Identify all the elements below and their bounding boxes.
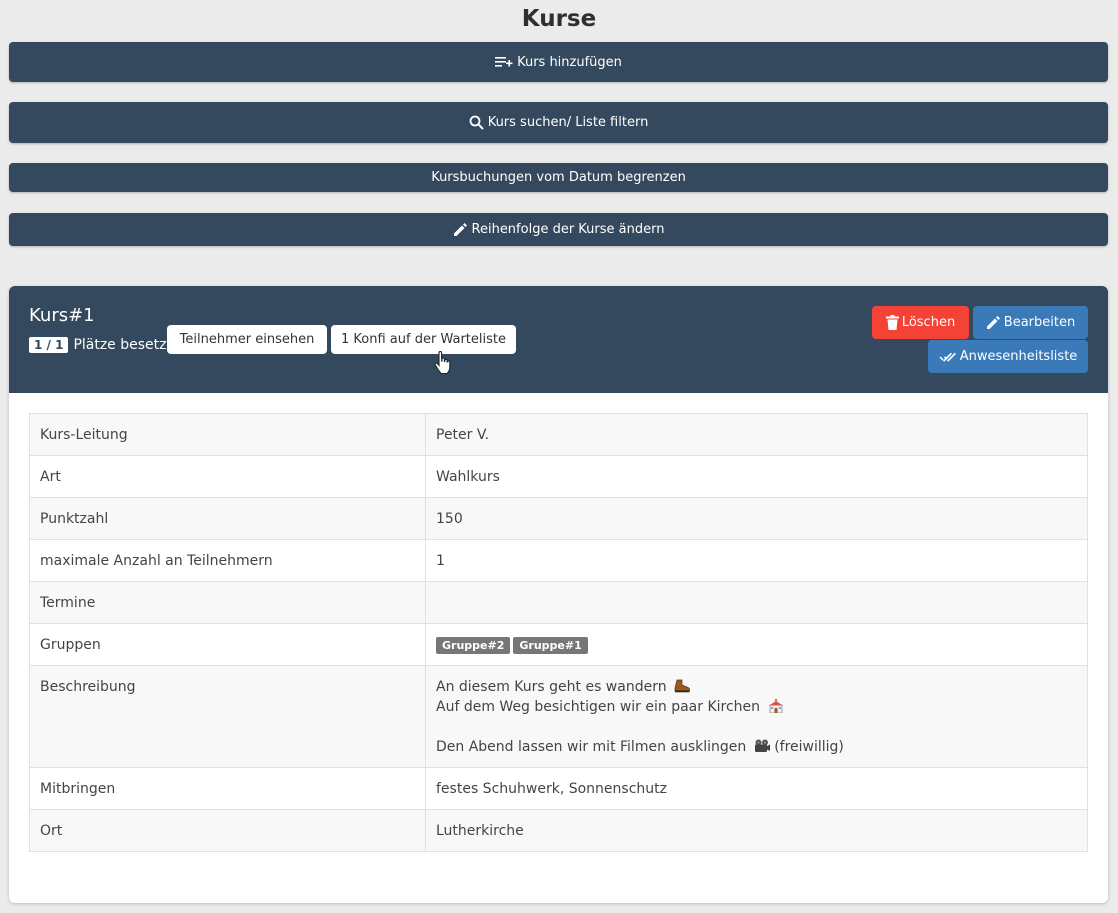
places-status: 1 / 1 Plätze besetzt [29,337,172,353]
edit-button[interactable]: Bearbeiten [973,306,1088,339]
detail-key: Punktzahl [29,497,426,540]
attendance-list-button[interactable]: Anwesenheitsliste [928,340,1088,373]
limit-bookings-button[interactable]: Kursbuchungen vom Datum begrenzen [9,163,1108,192]
page-title: Kurse [521,6,597,32]
detail-value [425,581,1088,624]
detail-value: Peter V. [425,413,1088,456]
table-row: Art Wahlkurs [29,455,1088,498]
playlist-add-icon [495,57,513,67]
detail-value: festes Schuhwerk, Sonnenschutz [425,767,1088,810]
detail-value: An diesem Kurs geht es wandern Auf dem W… [425,665,1088,768]
group-badge: Gruppe#1 [513,637,588,654]
film-camera-icon [754,739,770,752]
detail-value: Lutherkirche [425,809,1088,852]
change-order-label: Reihenfolge der Kurse ändern [471,222,665,237]
course-card-header: Kurs#1 1 / 1 Plätze besetzt Teilnehmer e… [9,286,1108,393]
detail-key: Kurs-Leitung [29,413,426,456]
pencil-icon [453,223,467,236]
places-badge: 1 / 1 [29,337,69,353]
table-row: Termine [29,581,1088,624]
edit-label: Bearbeiten [1003,315,1076,330]
table-row: Punktzahl 150 [29,497,1088,540]
delete-button[interactable]: Löschen [872,306,969,339]
course-details-table: Kurs-Leitung Peter V. Art Wahlkurs Punkt… [29,413,1088,852]
course-card: Kurs#1 1 / 1 Plätze besetzt Teilnehmer e… [9,286,1108,903]
view-participants-button[interactable]: Teilnehmer einsehen [167,325,327,354]
change-order-button[interactable]: Reihenfolge der Kurse ändern [9,213,1108,246]
double-check-icon [939,352,956,362]
group-badge: Gruppe#2 [436,637,511,654]
trash-icon [885,315,899,330]
detail-key: Gruppen [29,623,426,666]
delete-label: Löschen [901,315,956,330]
table-row: Ort Lutherkirche [29,809,1088,852]
waitlist-button[interactable]: 1 Konfi auf der Warteliste [331,325,516,354]
table-row: Mitbringen festes Schuhwerk, Sonnenschut… [29,767,1088,810]
detail-key: Ort [29,809,426,852]
table-row: Beschreibung An diesem Kurs geht es wand… [29,665,1088,768]
detail-value: 1 [425,539,1088,582]
add-course-label: Kurs hinzufügen [517,54,622,70]
table-row: Gruppen Gruppe#2 Gruppe#1 [29,623,1088,666]
detail-key: maximale Anzahl an Teilnehmern [29,539,426,582]
description-line: Den Abend lassen wir mit Filmen auskling… [436,739,844,755]
detail-key: Art [29,455,426,498]
hand-cursor-icon [434,351,451,375]
search-course-button[interactable]: Kurs suchen/ Liste filtern [9,102,1108,143]
detail-value: Wahlkurs [425,455,1088,498]
search-icon [469,115,484,130]
description-line: An diesem Kurs geht es wandern [436,677,1077,697]
add-course-button[interactable]: Kurs hinzufügen [9,42,1108,82]
detail-key: Beschreibung [29,665,426,768]
detail-value: 150 [425,497,1088,540]
places-label: Plätze besetzt [73,337,172,353]
attendance-list-label: Anwesenheitsliste [959,349,1078,364]
table-row: maximale Anzahl an Teilnehmern 1 [29,539,1088,582]
detail-value: Gruppe#2 Gruppe#1 [425,623,1088,666]
detail-key: Termine [29,581,426,624]
detail-key: Mitbringen [29,767,426,810]
search-course-label: Kurs suchen/ Liste filtern [487,115,649,130]
pencil-icon [986,316,1000,329]
church-icon [768,699,783,713]
course-title: Kurs#1 [29,305,95,326]
description-line: Auf dem Weg besichtigen wir ein paar Kir… [436,697,1077,717]
hiking-boot-icon [674,679,690,693]
limit-bookings-label: Kursbuchungen vom Datum begrenzen [431,170,686,185]
table-row: Kurs-Leitung Peter V. [29,413,1088,456]
